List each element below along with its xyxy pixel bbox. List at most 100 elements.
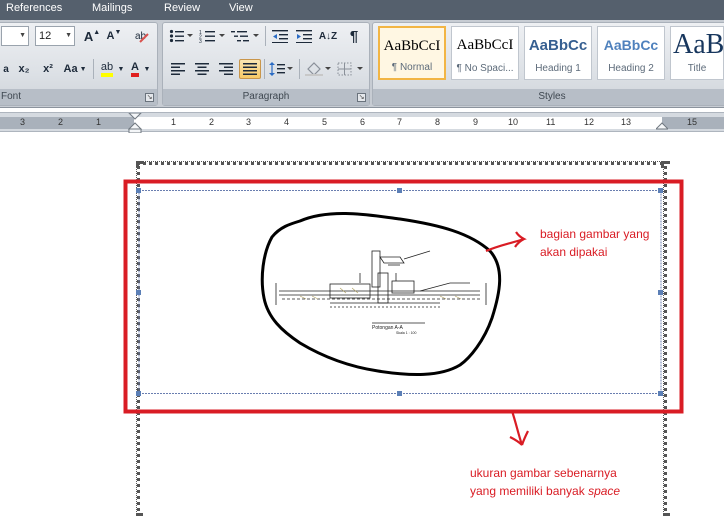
separator xyxy=(264,59,265,79)
highlight-dropdown[interactable]: ▼ xyxy=(117,59,125,79)
ruler-number: 5 xyxy=(322,117,328,127)
style-name: Title xyxy=(687,63,707,74)
style-preview: AaB xyxy=(673,29,723,60)
cross-section-drawing xyxy=(275,250,487,324)
ruler-number: 3 xyxy=(246,117,252,127)
style-preview: AaBbCcI xyxy=(383,38,441,54)
highlight-button[interactable]: ab xyxy=(97,59,117,79)
separator xyxy=(93,59,94,79)
increase-indent-icon xyxy=(296,30,312,43)
align-right-icon xyxy=(219,63,233,75)
resize-handle xyxy=(658,290,663,295)
grow-font-button[interactable]: A ▲ xyxy=(81,26,103,46)
style-heading-2[interactable]: AaBbCc Heading 2 xyxy=(597,26,665,80)
font-color-dropdown[interactable]: ▼ xyxy=(143,59,151,79)
sort-button[interactable]: A↓Z xyxy=(317,26,339,46)
line-spacing-icon xyxy=(269,62,293,76)
change-case-icon: Aa xyxy=(63,63,78,75)
clear-format-icon: ab xyxy=(135,31,149,43)
align-center-button[interactable] xyxy=(191,59,213,79)
ruler-number: 2 xyxy=(209,117,215,127)
annotation-actual-size: ukuran gambar sebenarnya yang memiliki b… xyxy=(470,464,620,500)
style-title[interactable]: AaB Title xyxy=(670,26,724,80)
annotation-line: akan dipakai xyxy=(540,245,608,259)
shading-button[interactable] xyxy=(303,59,333,79)
multilevel-list-button[interactable] xyxy=(229,26,261,46)
ruler-number: 13 xyxy=(621,117,632,127)
paint-bucket-icon xyxy=(305,62,331,76)
font-color-button[interactable]: A xyxy=(127,59,143,79)
decrease-indent-button[interactable] xyxy=(269,26,291,46)
numbering-button[interactable]: 1 2 3 xyxy=(197,26,227,46)
ruler-number: 6 xyxy=(360,117,366,127)
paragraph-group-label: Paragraph xyxy=(163,89,369,105)
font-size-combo[interactable]: 12 ▼ xyxy=(35,26,75,46)
show-hide-marks-button[interactable]: ¶ xyxy=(343,26,365,46)
arrow-icon xyxy=(485,231,527,253)
ruler-number: 9 xyxy=(473,117,479,127)
highlighter-icon: ab xyxy=(100,61,114,77)
drawing-scale: Skala 1 : 100 xyxy=(396,331,416,335)
resize-handle xyxy=(397,391,402,396)
style-no-spacing[interactable]: AaBbCcI ¶ No Spaci... xyxy=(451,26,519,80)
annotation-line: yang memiliki banyak xyxy=(470,484,589,498)
align-left-icon xyxy=(171,63,185,75)
tab-view[interactable]: View xyxy=(229,2,253,14)
change-case-button[interactable]: Aa ▼ xyxy=(61,59,89,79)
font-group-label: Font xyxy=(0,89,157,105)
font-dialog-launcher-icon[interactable]: ↘ xyxy=(145,93,154,102)
align-right-button[interactable] xyxy=(215,59,237,79)
style-heading-1[interactable]: AaBbCc Heading 1 xyxy=(524,26,592,80)
resize-handle xyxy=(136,188,141,193)
indent-marker-icon[interactable] xyxy=(128,113,142,133)
bullets-button[interactable] xyxy=(167,26,195,46)
subscript-icon: x₂ xyxy=(18,63,30,75)
justify-icon xyxy=(243,63,257,75)
tab-mailings[interactable]: Mailings xyxy=(92,2,132,14)
ruler-number: 7 xyxy=(397,117,403,127)
sort-icon: A↓Z xyxy=(318,30,338,42)
shrink-font-icon: A xyxy=(106,30,115,42)
resize-handle xyxy=(136,391,141,396)
style-name: ¶ No Spaci... xyxy=(456,63,514,74)
separator xyxy=(265,26,266,46)
ruler-number: 8 xyxy=(435,117,441,127)
handdrawn-outline xyxy=(260,212,502,377)
line-spacing-button[interactable] xyxy=(267,59,295,79)
tab-review[interactable]: Review xyxy=(164,2,200,14)
chevron-down-icon: ▼ xyxy=(143,65,151,73)
clear-formatting-button[interactable]: ab xyxy=(131,26,153,46)
subscript-button[interactable]: x₂ xyxy=(13,59,35,79)
borders-icon xyxy=(337,62,363,76)
style-preview: AaBbCcI xyxy=(456,37,514,53)
superscript-button[interactable]: x² xyxy=(37,59,59,79)
styles-group-label: Styles xyxy=(373,89,724,105)
ruler-number: 3 xyxy=(20,117,26,127)
align-center-icon xyxy=(195,63,209,75)
shrink-font-button[interactable]: A ▼ xyxy=(103,26,125,46)
font-name-combo[interactable]: ▼ xyxy=(1,26,29,46)
bullet-list-icon xyxy=(169,29,193,43)
right-indent-marker-icon[interactable] xyxy=(656,117,668,131)
borders-button[interactable] xyxy=(335,59,365,79)
document-overlay: Potongan A-A Skala 1 : 100 xyxy=(123,179,684,446)
resize-handle xyxy=(397,188,402,193)
justify-button[interactable] xyxy=(239,59,261,79)
ruler-number: 1 xyxy=(96,117,102,127)
paragraph-dialog-launcher-icon[interactable]: ↘ xyxy=(357,93,366,102)
multilevel-list-icon xyxy=(231,31,259,42)
document-page[interactable]: Potongan A-A Skala 1 : 100 bagian gambar… xyxy=(0,133,724,516)
svg-text:3: 3 xyxy=(199,39,202,43)
tab-references[interactable]: References xyxy=(6,2,62,14)
styles-gallery: AaBbCcI ¶ Normal AaBbCcI ¶ No Spaci... A… xyxy=(376,24,724,86)
ruler-number: 11 xyxy=(546,117,556,127)
align-left-button[interactable] xyxy=(167,59,189,79)
style-name: Heading 1 xyxy=(535,63,581,74)
text-effect-button[interactable]: a xyxy=(1,59,11,79)
horizontal-ruler[interactable]: 3 2 1 1 2 3 4 5 6 7 8 9 10 11 12 13 15 xyxy=(0,112,724,133)
annotation-line: bagian gambar yang xyxy=(540,227,650,241)
style-normal[interactable]: AaBbCcI ¶ Normal xyxy=(378,26,446,80)
image-selection-frame xyxy=(138,190,662,394)
increase-indent-button[interactable] xyxy=(293,26,315,46)
word-window: References Mailings Review View ▼ 12 ▼ A ▲… xyxy=(0,0,724,516)
